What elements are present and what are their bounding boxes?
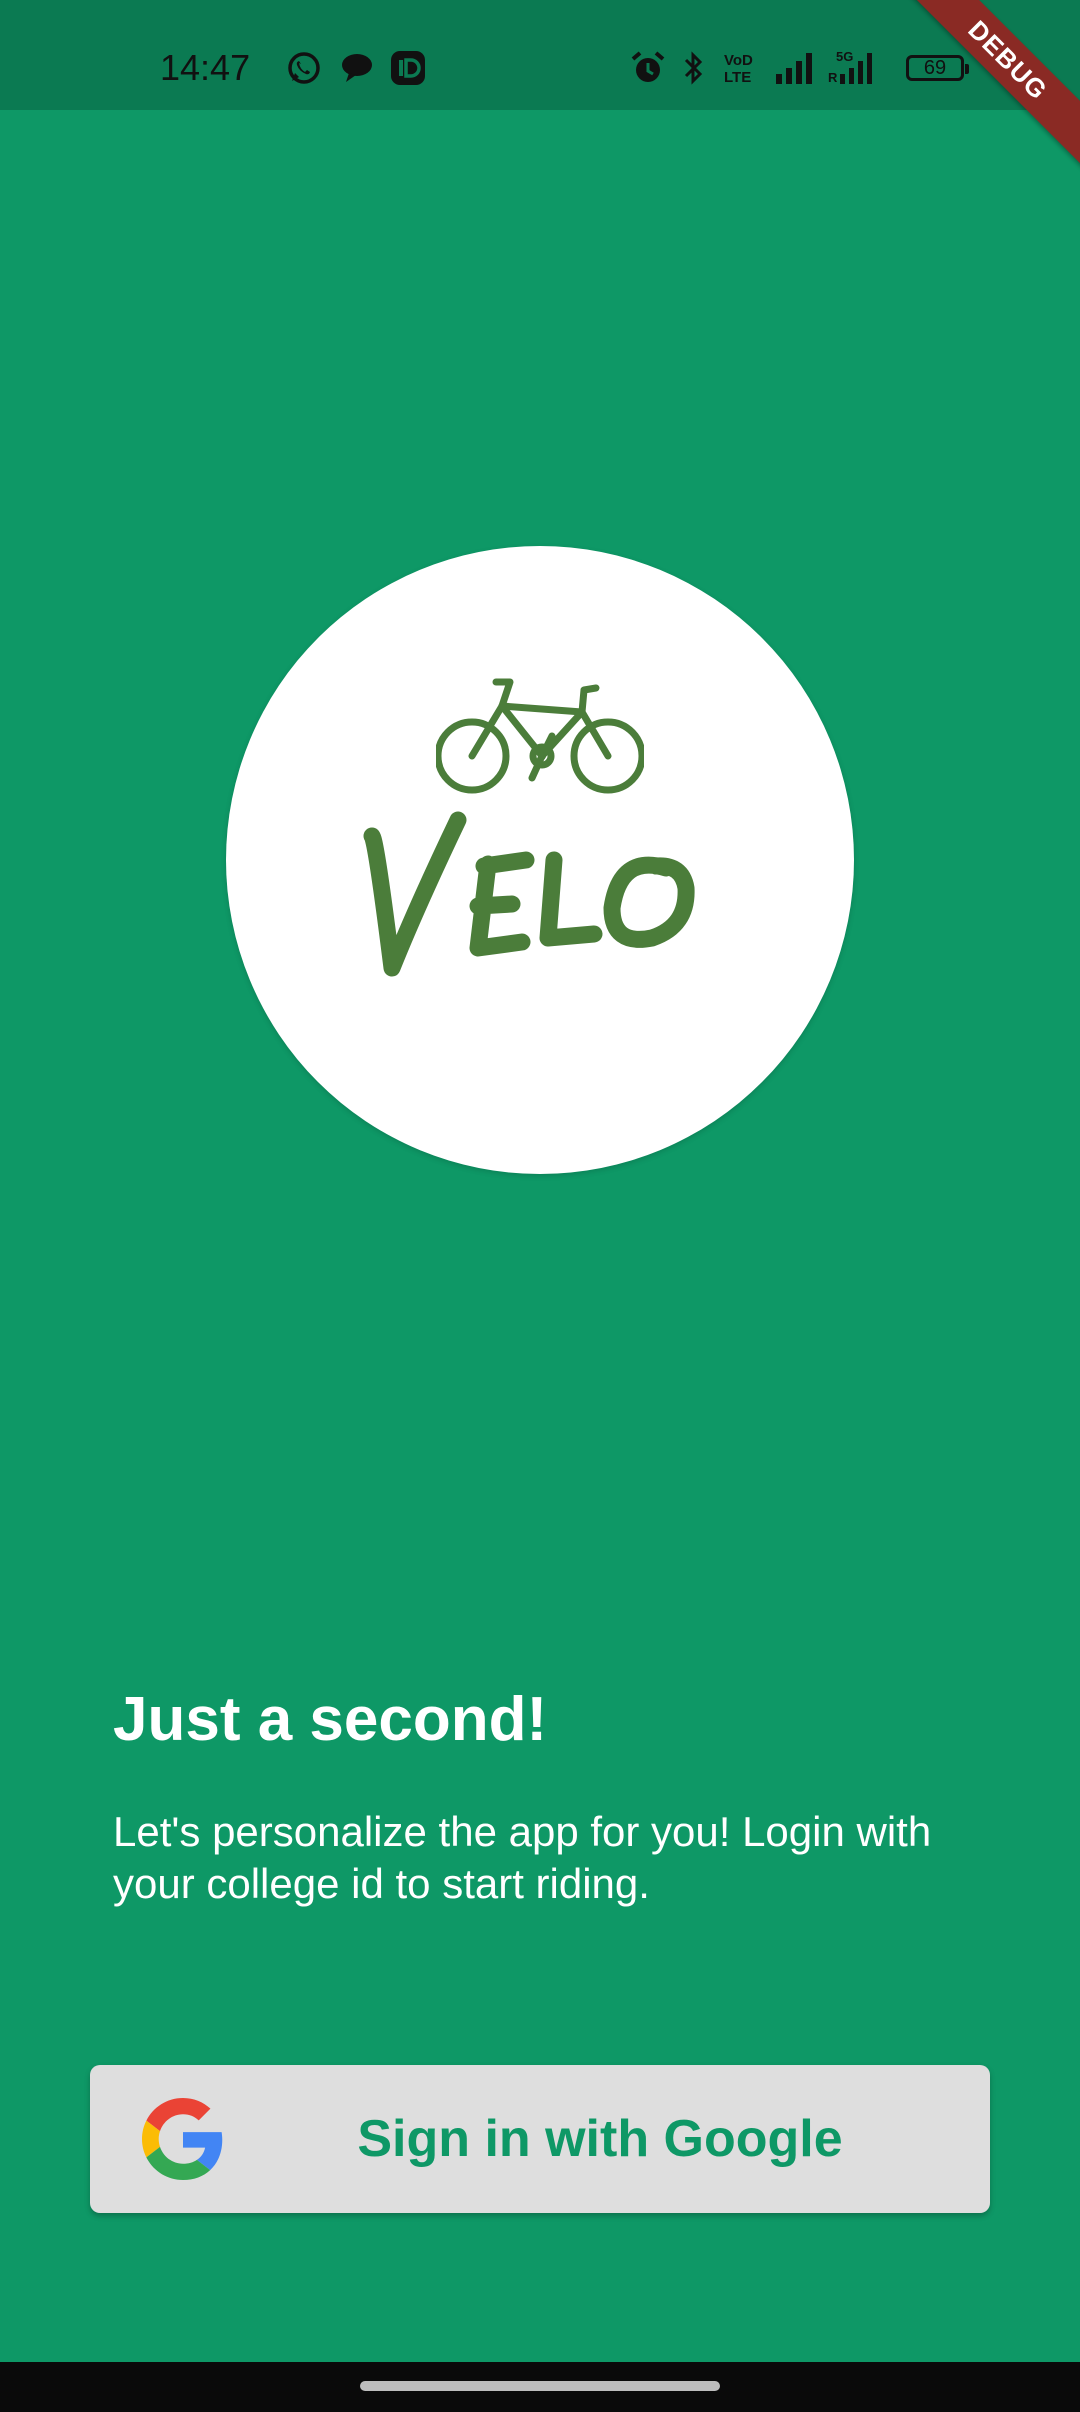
velo-wordmark (363, 811, 695, 977)
signal-icon (776, 53, 812, 84)
id-app-icon (391, 51, 425, 85)
chat-bubble-icon (342, 54, 372, 82)
status-bar: 14:47 VoD LTE 5G R 69 (0, 0, 1080, 110)
bicycle-icon (436, 678, 644, 794)
svg-text:5G: 5G (836, 49, 853, 64)
svg-text:R: R (828, 70, 838, 85)
whatsapp-icon (288, 52, 320, 84)
alarm-icon (631, 51, 665, 82)
sign-in-button-label: Sign in with Google (357, 2110, 843, 2168)
sign-in-with-google-button[interactable]: Sign in with Google (90, 2065, 990, 2213)
app-logo (226, 546, 854, 1174)
volte-icon: VoD LTE (724, 52, 753, 86)
5g-signal-icon: 5G R (828, 49, 872, 85)
google-g-icon (142, 2098, 223, 2180)
page-description: Let's personalize the app for you! Login… (113, 1808, 932, 1907)
home-indicator[interactable] (360, 2381, 720, 2391)
status-time: 14:47 (160, 47, 251, 88)
svg-text:VoD: VoD (724, 52, 753, 69)
battery-icon: 69 (906, 55, 969, 81)
bluetooth-icon (684, 51, 703, 85)
page-title: Just a second! (113, 1685, 548, 1754)
svg-text:LTE: LTE (724, 69, 751, 86)
battery-level: 69 (923, 57, 947, 79)
